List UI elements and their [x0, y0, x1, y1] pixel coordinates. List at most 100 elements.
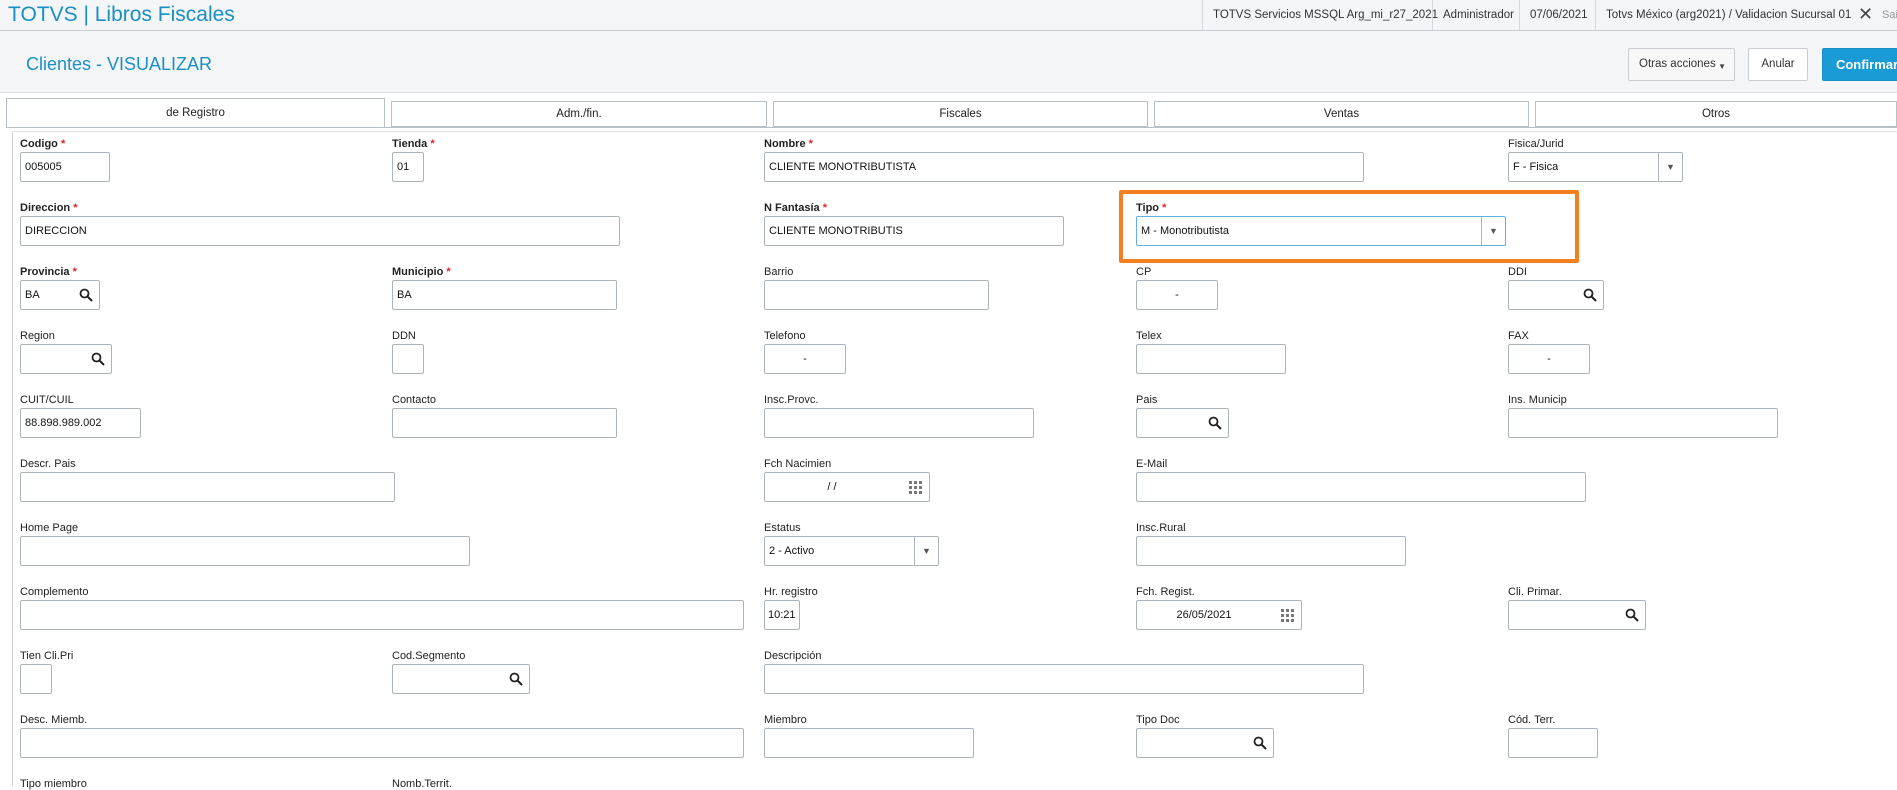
- nombre-label: Nombre: [764, 138, 813, 150]
- fisica-jurid-select[interactable]: F - Fisica ▼: [1508, 152, 1683, 182]
- nombre-field[interactable]: CLIENTE MONOTRIBUTISTA: [764, 152, 1364, 182]
- contacto-field[interactable]: [392, 408, 617, 438]
- company-info[interactable]: Totvs México (arg2021) / Validacion Sucu…: [1595, 0, 1861, 30]
- search-icon[interactable]: [1208, 416, 1222, 430]
- insc-provc-field[interactable]: [764, 408, 1034, 438]
- hr-registro-label: Hr. registro: [764, 586, 818, 598]
- search-icon[interactable]: [79, 288, 93, 302]
- fch-nacimien-field[interactable]: / /: [764, 472, 930, 502]
- tab-adm-fin[interactable]: Adm./fin.: [391, 101, 767, 127]
- region-field[interactable]: [20, 344, 112, 374]
- cli-primar-field[interactable]: [1508, 600, 1646, 630]
- cod-terr-field[interactable]: [1508, 728, 1598, 758]
- search-icon[interactable]: [509, 672, 523, 686]
- tipo-doc-field[interactable]: [1136, 728, 1274, 758]
- estatus-select[interactable]: 2 - Activo ▼: [764, 536, 939, 566]
- tien-cli-pri-label: Tien Cli.Pri: [20, 650, 74, 662]
- tab-registro[interactable]: de Registro: [6, 98, 385, 128]
- fantasia-field[interactable]: CLIENTE MONOTRIBUTIS: [764, 216, 1064, 246]
- descr-pais-label: Descr. Pais: [20, 458, 76, 470]
- estatus-value: 2 - Activo: [769, 545, 815, 557]
- fch-nacimien-label: Fch Nacimien: [764, 458, 832, 470]
- ddn-field[interactable]: [392, 344, 424, 374]
- close-icon[interactable]: ✕: [1858, 0, 1873, 30]
- provincia-label: Provincia: [20, 266, 77, 278]
- provincia-field[interactable]: BA: [20, 280, 100, 310]
- telex-label: Telex: [1136, 330, 1162, 342]
- email-field[interactable]: [1136, 472, 1586, 502]
- email-label: E-Mail: [1136, 458, 1168, 470]
- fisica-jurid-value: F - Fisica: [1513, 161, 1559, 173]
- telex-field[interactable]: [1136, 344, 1286, 374]
- cod-segmento-label: Cod.Segmento: [392, 650, 466, 662]
- search-icon[interactable]: [1583, 288, 1597, 302]
- user-info[interactable]: Administrador: [1432, 0, 1524, 30]
- fch-regist-label: Fch. Regist.: [1136, 586, 1195, 598]
- calendar-icon[interactable]: [1281, 608, 1295, 622]
- complemento-field[interactable]: [20, 600, 744, 630]
- confirm-button[interactable]: Confirmar: [1822, 48, 1897, 81]
- estatus-label: Estatus: [764, 522, 801, 534]
- direccion-label: Direccion: [20, 202, 77, 214]
- municipio-field[interactable]: BA: [392, 280, 617, 310]
- pais-field[interactable]: [1136, 408, 1229, 438]
- search-icon[interactable]: [1253, 736, 1267, 750]
- complemento-label: Complemento: [20, 586, 89, 598]
- ins-municip-label: Ins. Municip: [1508, 394, 1567, 406]
- codigo-field[interactable]: 005005: [20, 152, 110, 182]
- dropdown-arrow-icon[interactable]: ▼: [914, 537, 938, 565]
- cuit-label: CUIT/CUIL: [20, 394, 74, 406]
- miembro-field[interactable]: [764, 728, 974, 758]
- ins-municip-field[interactable]: [1508, 408, 1778, 438]
- page-title: Clientes - VISUALIZAR: [26, 54, 213, 74]
- page-header: [0, 31, 1897, 93]
- fax-label: FAX: [1508, 330, 1529, 342]
- hr-registro-field[interactable]: 10:21: [764, 600, 800, 630]
- codigo-label: Codigo: [20, 138, 65, 150]
- tab-ventas[interactable]: Ventas: [1154, 101, 1529, 127]
- highlight-box: [1119, 190, 1579, 263]
- barrio-field[interactable]: [764, 280, 989, 310]
- ddi-label: DDI: [1508, 266, 1527, 278]
- tien-cli-pri-field[interactable]: [20, 664, 52, 694]
- nomb-territ-label: Nomb.Territ.: [392, 778, 452, 790]
- cod-segmento-field[interactable]: [392, 664, 530, 694]
- tab-fiscales[interactable]: Fiscales: [773, 101, 1148, 127]
- pais-label: Pais: [1136, 394, 1158, 406]
- cp-field[interactable]: -: [1136, 280, 1218, 310]
- tienda-label: Tienda: [392, 138, 435, 150]
- insc-rural-label: Insc.Rural: [1136, 522, 1186, 534]
- other-actions-button[interactable]: Otras acciones ▼: [1628, 48, 1735, 81]
- tab-divider: [6, 127, 1897, 128]
- direccion-field[interactable]: DIRECCION: [20, 216, 620, 246]
- fch-nacimien-value: / /: [827, 481, 837, 493]
- search-icon[interactable]: [1625, 608, 1639, 622]
- fax-field[interactable]: -: [1508, 344, 1590, 374]
- tipo-miembro-label: Tipo miembro: [20, 778, 87, 790]
- cuit-field[interactable]: 88.898.989.002: [20, 408, 141, 438]
- insc-provc-label: Insc.Provc.: [764, 394, 819, 406]
- descripcion-field[interactable]: [764, 664, 1364, 694]
- telefono-label: Telefono: [764, 330, 806, 342]
- telefono-field[interactable]: -: [764, 344, 846, 374]
- descr-pais-field[interactable]: [20, 472, 395, 502]
- search-icon[interactable]: [91, 352, 105, 366]
- region-label: Region: [20, 330, 55, 342]
- app-title: TOTVS | Libros Fiscales: [8, 3, 235, 26]
- fch-regist-field[interactable]: 26/05/2021: [1136, 600, 1302, 630]
- calendar-icon[interactable]: [909, 480, 923, 494]
- desc-miemb-field[interactable]: [20, 728, 744, 758]
- home-page-field[interactable]: [20, 536, 470, 566]
- insc-rural-field[interactable]: [1136, 536, 1406, 566]
- fantasia-label: N Fantasía: [764, 202, 827, 214]
- tab-otros[interactable]: Otros: [1535, 101, 1897, 127]
- cancel-button[interactable]: Anular: [1748, 48, 1808, 81]
- provincia-value: BA: [25, 289, 40, 301]
- ddi-field[interactable]: [1508, 280, 1604, 310]
- desc-miemb-label: Desc. Miemb.: [20, 714, 88, 726]
- tienda-field[interactable]: 01: [392, 152, 424, 182]
- miembro-label: Miembro: [764, 714, 807, 726]
- dropdown-arrow-icon[interactable]: ▼: [1658, 153, 1682, 181]
- exit-link[interactable]: Sai: [1882, 0, 1897, 30]
- descripcion-label: Descripción: [764, 650, 822, 662]
